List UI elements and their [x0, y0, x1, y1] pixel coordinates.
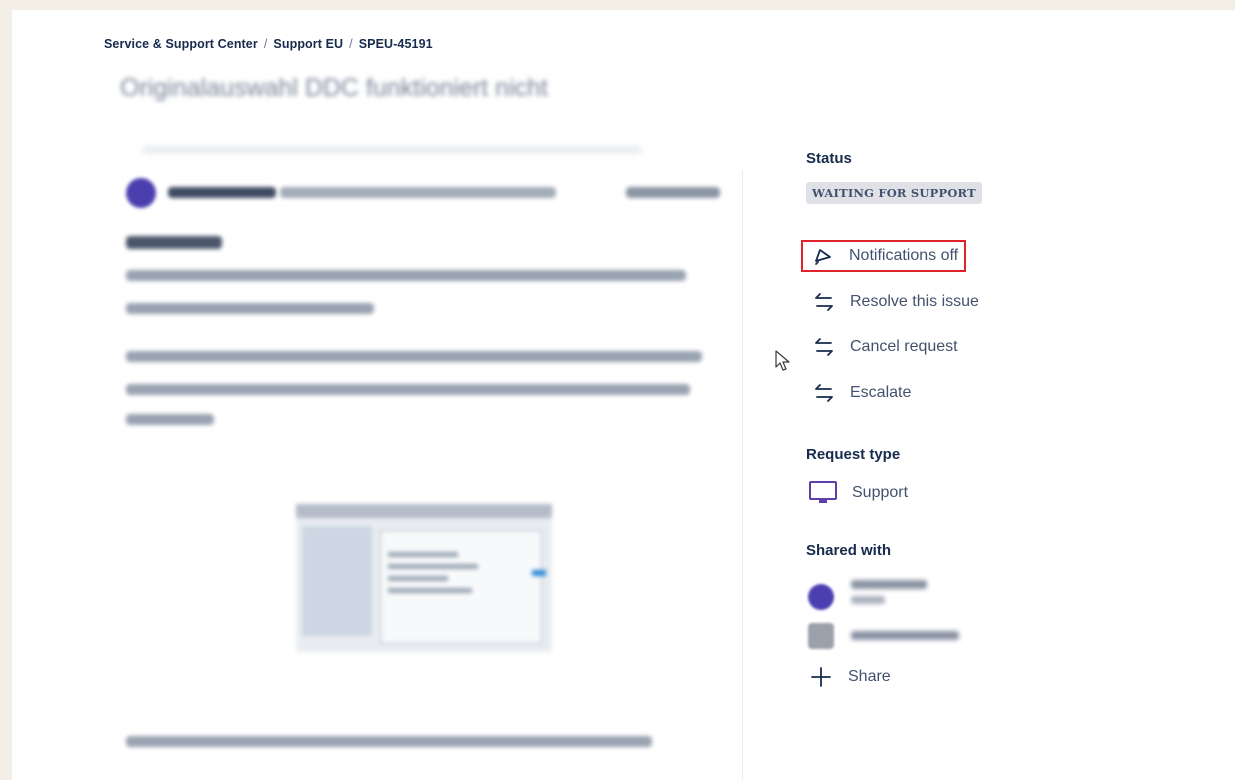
breadcrumb-separator: / [349, 37, 353, 51]
blurred-paragraph-line [126, 351, 702, 362]
comment-author-row [126, 178, 726, 208]
breadcrumb-issue-key[interactable]: SPEU-45191 [359, 37, 433, 51]
breadcrumb-separator: / [263, 37, 268, 51]
blurred-description-heading [126, 236, 222, 249]
resolve-issue-label: Resolve this issue [850, 293, 979, 310]
blurred-paragraph-line [126, 303, 374, 314]
avatar [808, 584, 834, 610]
status-label: Status [806, 150, 852, 167]
plus-icon [810, 666, 832, 688]
transition-arrows-icon [812, 290, 836, 314]
share-label: Share [848, 668, 891, 685]
notifications-off-label: Notifications off [849, 247, 959, 264]
blurred-paragraph-line [126, 384, 690, 395]
blurred-paragraph-line [126, 736, 652, 747]
blurred-paragraph-line [126, 414, 214, 425]
share-button[interactable]: Share [810, 666, 891, 688]
request-type-text: Support [852, 484, 909, 501]
mouse-cursor-icon [775, 350, 791, 377]
avatar [808, 623, 834, 649]
blurred-meta-line [142, 146, 642, 154]
column-divider [742, 170, 743, 780]
shared-user[interactable] [808, 580, 927, 610]
blurred-paragraph-line [126, 270, 686, 281]
cancel-request-label: Cancel request [850, 338, 958, 355]
request-type-label: Request type [806, 446, 901, 463]
monitor-icon [808, 480, 838, 506]
resolve-issue-button[interactable]: Resolve this issue [812, 288, 979, 316]
request-type-value: Support [808, 480, 908, 506]
blurred-org-name [851, 631, 959, 640]
status-badge: WAITING FOR SUPPORT [806, 182, 982, 204]
notifications-off-button[interactable]: Notifications off [800, 240, 967, 272]
page: Service & Support Center / Support EU / SPEU… [12, 10, 1235, 780]
blurred-user-name [851, 580, 927, 604]
breadcrumb-service-center[interactable]: Service & Support Center [104, 37, 258, 51]
escalate-button[interactable]: Escalate [812, 379, 911, 407]
blurred-author-action [626, 187, 720, 198]
cancel-request-button[interactable]: Cancel request [812, 333, 958, 361]
attachment-thumbnail[interactable] [296, 504, 552, 652]
page-title: Originalauswahl DDC funktioniert nicht [120, 74, 548, 102]
author-avatar [126, 178, 156, 208]
shared-with-label: Shared with [806, 542, 892, 559]
breadcrumb-support-eu[interactable]: Support EU [273, 37, 343, 51]
blurred-author-date [280, 187, 556, 198]
breadcrumb: Service & Support Center / Support EU / SPEU… [104, 37, 433, 51]
escalate-label: Escalate [850, 384, 912, 401]
blurred-author-name [168, 187, 276, 198]
shared-organization[interactable] [808, 623, 959, 649]
bell-off-icon [811, 244, 835, 268]
transition-arrows-icon [812, 335, 836, 359]
transition-arrows-icon [812, 381, 836, 405]
